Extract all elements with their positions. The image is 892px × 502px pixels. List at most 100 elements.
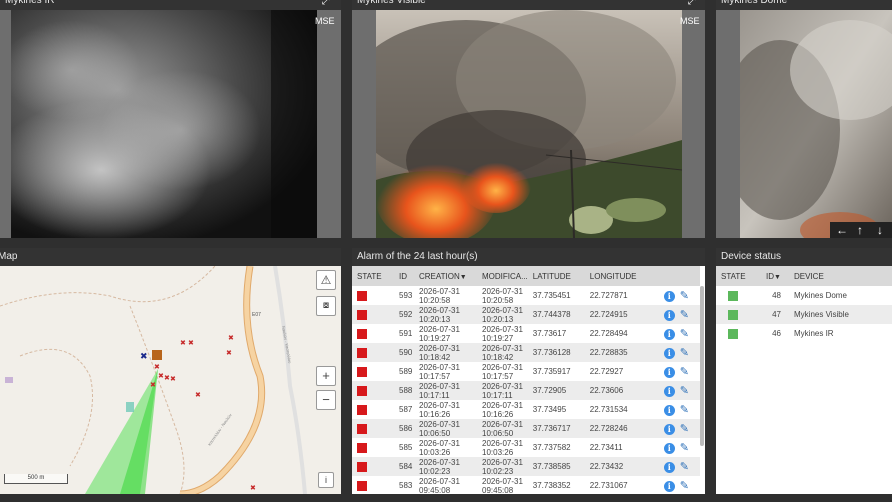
alarm-state-cell — [352, 381, 394, 400]
alarm-state-cell — [352, 476, 394, 494]
svg-text:✖: ✖ — [154, 364, 160, 371]
info-icon[interactable]: i — [663, 348, 675, 359]
map-info-button[interactable]: i — [318, 472, 334, 488]
camera-image-ir[interactable] — [11, 10, 317, 238]
alarm-longitude: 22.73606 — [589, 386, 624, 395]
device-row[interactable]: 46 Mykines IR — [716, 324, 892, 343]
ptz-down-arrow-icon[interactable]: ↓ — [877, 222, 883, 238]
alarm-creation: 2026-07-31 09:45:08 — [414, 476, 477, 495]
alarm-modified: 2026-07-31 10:18:42 — [477, 343, 528, 362]
edit-pencil-icon[interactable]: ✎ — [680, 289, 689, 302]
info-icon[interactable]: i — [663, 310, 675, 321]
alarm-row[interactable]: 583 2026-07-31 09:45:08 2026-07-31 09:45:08 3… — [352, 476, 700, 494]
alarm-actions: i ✎ — [659, 305, 700, 324]
column-header-device[interactable]: DEVICE — [789, 266, 892, 286]
device-title: Device status — [716, 248, 892, 266]
expand-icon[interactable]: ⤢ — [688, 0, 696, 7]
alarm-creation: 2026-07-31 10:03:26 — [414, 438, 477, 457]
alarm-modified: 2026-07-31 10:03:26 — [477, 438, 528, 457]
alarm-latitude: 37.738585 — [532, 462, 571, 471]
column-header-state[interactable]: STATE — [352, 266, 394, 286]
alarm-actions: i ✎ — [659, 286, 700, 305]
alarm-row[interactable]: 590 2026-07-31 10:18:42 2026-07-31 10:18:42 3… — [352, 343, 700, 362]
info-icon[interactable]: i — [663, 481, 675, 492]
alarm-title: Alarm of the 24 last hour(s) — [352, 248, 705, 266]
alarm-creation: 2026-07-31 10:02:23 — [414, 457, 477, 476]
alarm-creation-time: 10:18:42 — [419, 352, 451, 362]
alarm-state-indicator — [357, 309, 367, 320]
edit-pencil-icon[interactable]: ✎ — [680, 365, 689, 378]
info-icon[interactable]: i — [663, 405, 675, 416]
info-icon[interactable]: i — [663, 462, 675, 473]
edit-pencil-icon[interactable]: ✎ — [680, 308, 689, 321]
alarm-row[interactable]: 589 2026-07-31 10:17:57 2026-07-31 10:17:57 3… — [352, 362, 700, 381]
alarm-actions: i ✎ — [659, 362, 700, 381]
column-header-creation[interactable]: CREATION▼ — [414, 266, 477, 286]
alarm-row[interactable]: 591 2026-07-31 10:19:27 2026-07-31 10:19:27 3… — [352, 324, 700, 343]
ptz-up-arrow-icon[interactable]: ↑ — [857, 222, 863, 238]
device-id: 47 — [772, 310, 781, 319]
svg-text:✖: ✖ — [226, 350, 232, 357]
zoom-out-button[interactable]: − — [316, 390, 336, 410]
alarm-modified-time: 10:20:58 — [482, 295, 514, 305]
info-icon[interactable]: i — [663, 329, 675, 340]
column-header-id[interactable]: ID▼ — [761, 266, 789, 286]
alarm-creation-time: 10:19:27 — [419, 333, 451, 343]
alarm-row[interactable]: 586 2026-07-31 10:06:50 2026-07-31 10:06:50 3… — [352, 419, 700, 438]
edit-pencil-icon[interactable]: ✎ — [680, 384, 689, 397]
camera-image-dome[interactable] — [740, 10, 892, 238]
device-row[interactable]: 48 Mykines Dome — [716, 286, 892, 305]
warning-icon[interactable]: ⚠ — [316, 270, 336, 290]
info-icon[interactable]: i — [663, 424, 675, 435]
edit-pencil-icon[interactable]: ✎ — [680, 422, 689, 435]
edit-pencil-icon[interactable]: ✎ — [680, 346, 689, 359]
alarm-row[interactable]: 587 2026-07-31 10:16:26 2026-07-31 10:16:26 3… — [352, 400, 700, 419]
alarm-state-cell — [352, 362, 394, 381]
alarm-id: 593 — [399, 291, 413, 300]
alarm-modified: 2026-07-31 09:45:08 — [477, 476, 528, 495]
alarm-modified-time: 09:45:08 — [482, 485, 514, 495]
camera-title-visible: Mykines Visible — [352, 0, 705, 10]
scrollbar[interactable] — [700, 286, 704, 446]
map-canvas[interactable]: ✖ ✖ ✖✖ ✖✖✖ ✖ ✖✖ ✖✖ E07 Ναυλών - Καστελλίου… — [0, 266, 341, 494]
creation-header-label: CREATION — [419, 271, 460, 281]
ptz-left-arrow-icon[interactable]: ← — [836, 222, 848, 238]
device-row[interactable]: 47 Mykines Visible — [716, 305, 892, 324]
alarm-row[interactable]: 584 2026-07-31 10:02:23 2026-07-31 10:02:23 3… — [352, 457, 700, 476]
camera-icon[interactable]: ⧇ — [316, 296, 336, 316]
column-header-modified[interactable]: MODIFICA... — [477, 266, 528, 286]
alarm-creation-date: 2026-07-31 — [419, 438, 460, 448]
column-header-longitude[interactable]: LONGITUDE — [585, 266, 659, 286]
alarm-creation-time: 10:02:23 — [419, 466, 451, 476]
camera-panel-visible: Mykines Visible MSE ⤢ — [352, 0, 705, 238]
alarm-row[interactable]: 588 2026-07-31 10:17:11 2026-07-31 10:17:11 3… — [352, 381, 700, 400]
info-icon[interactable]: i — [663, 367, 675, 378]
column-header-state[interactable]: STATE — [716, 266, 761, 286]
alarm-row[interactable]: 585 2026-07-31 10:03:26 2026-07-31 10:03:26 3… — [352, 438, 700, 457]
camera-image-visible[interactable] — [376, 10, 682, 238]
zoom-in-button[interactable]: + — [316, 366, 336, 386]
alarm-modified-date: 2026-07-31 — [482, 400, 523, 410]
info-icon[interactable]: i — [663, 291, 675, 302]
info-icon[interactable]: i — [663, 386, 675, 397]
edit-pencil-icon[interactable]: ✎ — [680, 327, 689, 340]
edit-pencil-icon[interactable]: ✎ — [680, 460, 689, 473]
edit-pencil-icon[interactable]: ✎ — [680, 479, 689, 492]
device-state-cell — [716, 305, 761, 324]
column-header-id[interactable]: ID — [394, 266, 414, 286]
alarm-modified-time: 10:18:42 — [482, 352, 514, 362]
svg-text:✖: ✖ — [180, 340, 186, 347]
alarm-longitude: 22.731534 — [589, 405, 628, 414]
edit-pencil-icon[interactable]: ✎ — [680, 441, 689, 454]
alarm-creation-time: 10:17:11 — [419, 390, 450, 400]
svg-text:✖: ✖ — [150, 382, 156, 389]
alarm-modified-time: 10:19:27 — [482, 333, 514, 343]
info-icon[interactable]: i — [663, 443, 675, 454]
edit-pencil-icon[interactable]: ✎ — [680, 403, 689, 416]
alarm-row[interactable]: 592 2026-07-31 10:20:13 2026-07-31 10:20:13 3… — [352, 305, 700, 324]
column-header-latitude[interactable]: LATITUDE — [528, 266, 585, 286]
alarm-row[interactable]: 593 2026-07-31 10:20:58 2026-07-31 10:20:58 3… — [352, 286, 700, 305]
camera-title-ir: Mykines IR — [0, 0, 341, 10]
camera-frame-ir: MSE — [0, 10, 341, 238]
expand-icon[interactable]: ⤢ — [322, 0, 330, 7]
